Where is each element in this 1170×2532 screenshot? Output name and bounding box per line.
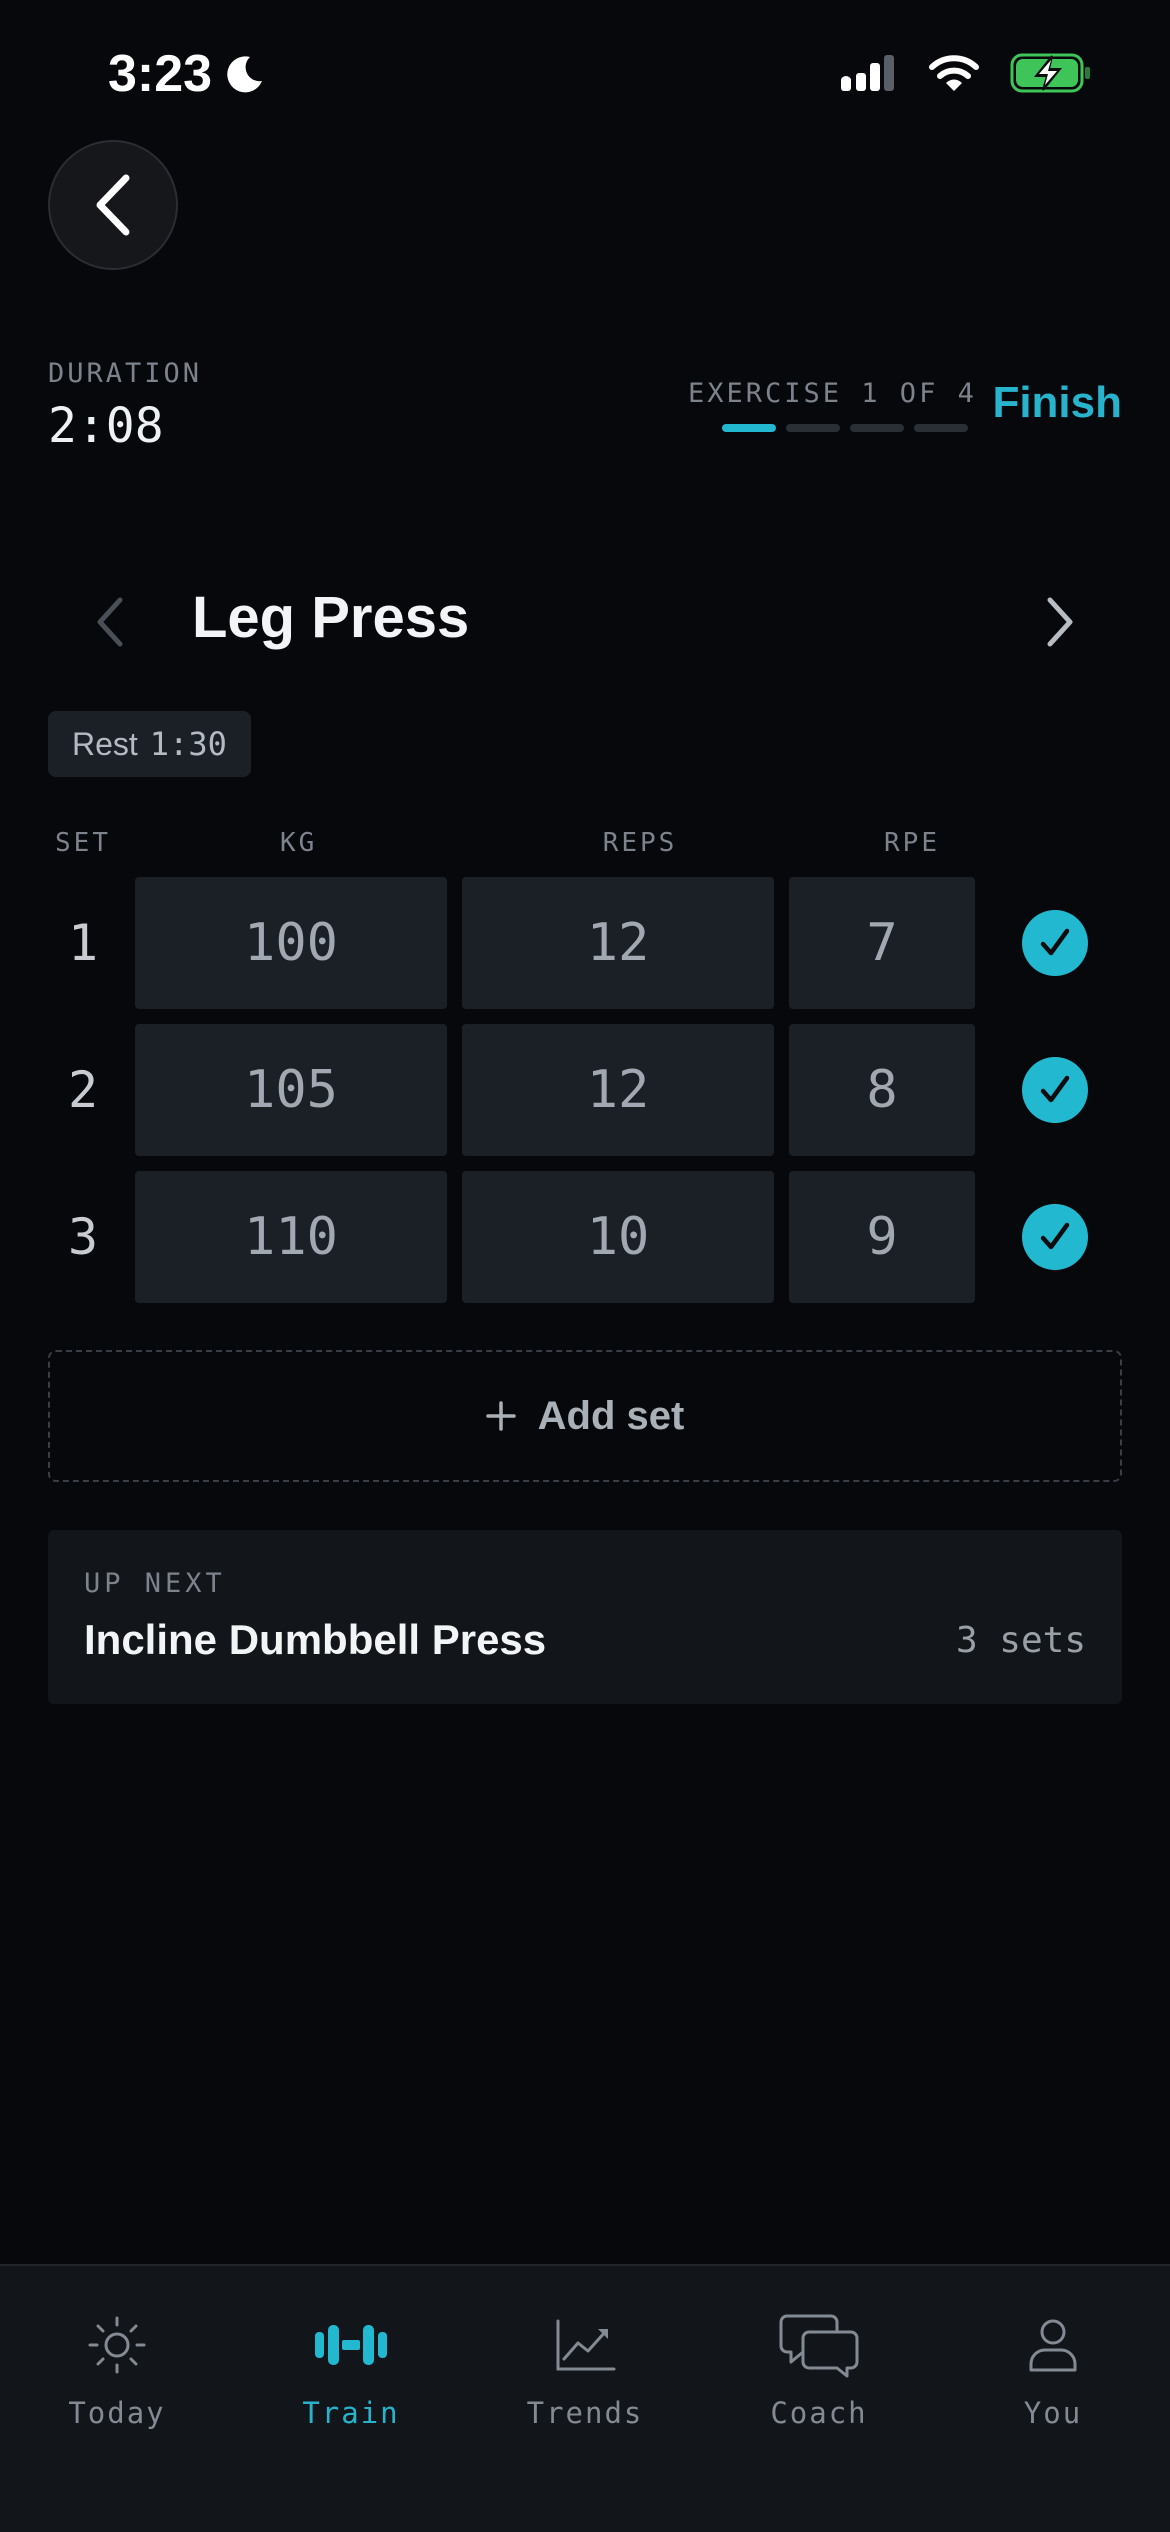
nav-item-train[interactable]: Train bbox=[234, 2266, 468, 2466]
status-time-text: 3:23 bbox=[108, 45, 213, 103]
nav-label-coach: Coach bbox=[770, 2396, 868, 2430]
exercise-title: Leg Press bbox=[192, 585, 470, 650]
nav-item-trends[interactable]: Trends bbox=[468, 2266, 702, 2466]
nav-item-you[interactable]: You bbox=[936, 2266, 1170, 2466]
back-button[interactable] bbox=[48, 140, 178, 270]
person-icon bbox=[1029, 2319, 1077, 2372]
kg-input[interactable]: 110 bbox=[135, 1171, 447, 1303]
reps-input[interactable]: 10 bbox=[462, 1171, 774, 1303]
reps-input[interactable]: 12 bbox=[462, 1024, 774, 1156]
rest-label: Rest bbox=[72, 725, 138, 762]
column-header-kg: KG bbox=[280, 828, 318, 858]
duration-value: 2:08 bbox=[48, 398, 164, 454]
exercise-progress-segment bbox=[914, 424, 968, 432]
reps-input[interactable]: 12 bbox=[462, 877, 774, 1009]
set-number: 3 bbox=[67, 1208, 99, 1266]
checkmark-icon bbox=[1040, 928, 1070, 956]
set-row: 3 110 10 9 bbox=[0, 1171, 1170, 1303]
set-row: 1 100 12 7 bbox=[0, 877, 1170, 1009]
set-row: 2 105 12 8 bbox=[0, 1024, 1170, 1156]
up-next-card[interactable]: UP NEXT Incline Dumbbell Press 3 sets bbox=[48, 1530, 1122, 1704]
rpe-input[interactable]: 7 bbox=[789, 877, 975, 1009]
set-complete-checkbox[interactable] bbox=[1022, 1057, 1088, 1123]
signal-icon bbox=[841, 55, 894, 91]
nav-label-train: Train bbox=[302, 2396, 400, 2430]
up-next-label: UP NEXT bbox=[84, 1568, 226, 1599]
up-next-set-count: 3 sets bbox=[955, 1620, 1086, 1661]
column-header-set: SET bbox=[55, 828, 111, 858]
chevron-left-icon bbox=[96, 174, 130, 236]
previous-exercise-icon[interactable] bbox=[92, 592, 128, 652]
sun-icon bbox=[88, 2316, 146, 2374]
status-indicators bbox=[840, 52, 1092, 94]
plus-icon bbox=[485, 1401, 516, 1431]
nav-label-you: You bbox=[1023, 2396, 1083, 2430]
nav-label-today: Today bbox=[68, 2396, 166, 2430]
nav-item-today[interactable]: Today bbox=[0, 2266, 234, 2466]
moon-icon bbox=[227, 56, 263, 93]
column-header-rpe: RPE bbox=[884, 828, 940, 858]
rest-value: 1:30 bbox=[149, 725, 227, 763]
add-set-label: Add set bbox=[537, 1393, 685, 1438]
set-number: 1 bbox=[67, 914, 99, 972]
column-header-reps: REPS bbox=[602, 828, 678, 858]
finish-button[interactable]: Finish bbox=[992, 378, 1122, 428]
up-next-exercise-name: Incline Dumbbell Press bbox=[84, 1616, 547, 1663]
bottom-nav: Today Train Trends Coach You bbox=[0, 2264, 1170, 2532]
exercise-progress-label: EXERCISE 1 OF 4 bbox=[688, 378, 977, 409]
rpe-input[interactable]: 9 bbox=[789, 1171, 975, 1303]
chart-icon bbox=[556, 2319, 616, 2371]
kg-input[interactable]: 105 bbox=[135, 1024, 447, 1156]
exercise-progress-segment bbox=[786, 424, 840, 432]
checkmark-icon bbox=[1040, 1075, 1070, 1103]
rpe-input[interactable]: 8 bbox=[789, 1024, 975, 1156]
nav-label-trends: Trends bbox=[526, 2396, 644, 2430]
add-set-button[interactable]: Add set bbox=[48, 1350, 1122, 1482]
chat-icon bbox=[779, 2314, 859, 2378]
exercise-progress-segment bbox=[850, 424, 904, 432]
duration-label: DURATION bbox=[48, 358, 203, 389]
next-exercise-icon[interactable] bbox=[1042, 592, 1078, 652]
checkmark-icon bbox=[1040, 1222, 1070, 1250]
dumbbell-icon bbox=[315, 2325, 387, 2365]
rest-timer-badge[interactable]: Rest 1:30 bbox=[48, 711, 251, 777]
battery-charging-icon bbox=[1010, 53, 1090, 93]
status-time: 3:23 bbox=[108, 44, 266, 104]
set-complete-checkbox[interactable] bbox=[1022, 910, 1088, 976]
wifi-icon bbox=[929, 55, 979, 91]
exercise-progress-segment bbox=[722, 424, 776, 432]
kg-input[interactable]: 100 bbox=[135, 877, 447, 1009]
exercise-progress-bar bbox=[722, 424, 968, 432]
set-number: 2 bbox=[67, 1061, 99, 1119]
nav-item-coach[interactable]: Coach bbox=[702, 2266, 936, 2466]
set-complete-checkbox[interactable] bbox=[1022, 1204, 1088, 1270]
